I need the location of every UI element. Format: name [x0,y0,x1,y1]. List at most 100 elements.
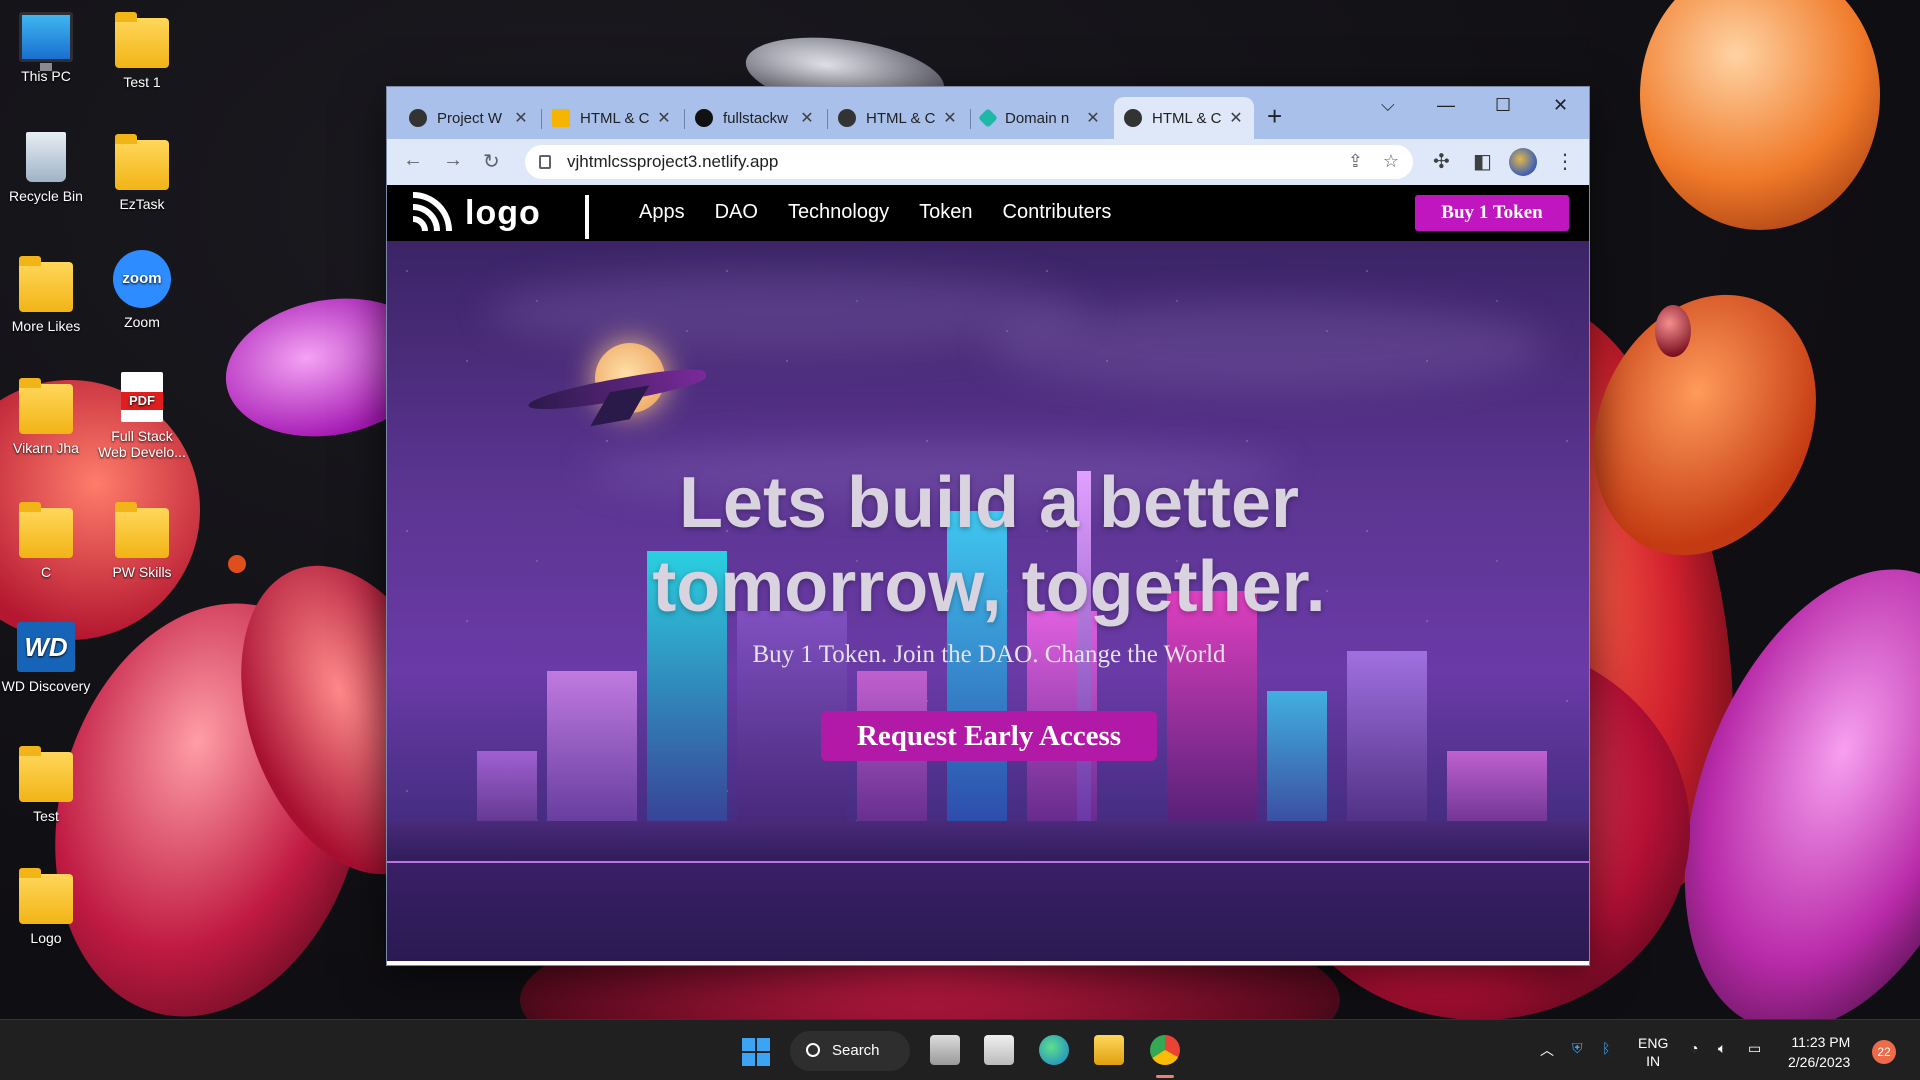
bookmark-star-icon[interactable]: ☆ [1383,151,1399,172]
browser-toolbar: ← → ↻ vjhtmlcssproject3.netlify.app ⇪ ☆ … [387,139,1589,185]
tab-title: HTML & C [1152,109,1222,127]
desktop-icon-label: More Likes [11,318,81,334]
desktop-icon-test-1[interactable]: Test 1 [96,12,188,90]
notion-icon [409,109,427,127]
desktop-icon-label: C [40,564,52,580]
netlify-icon [978,108,998,128]
folder-icon [115,502,169,558]
desktop-icon-label: Logo [30,930,62,946]
new-tab-button[interactable]: + [1267,101,1282,132]
bank-folder-icon [19,868,73,924]
desktop-icon-label: WD Discovery [1,678,91,694]
close-tab-icon[interactable]: ✕ [1085,108,1101,128]
desktop-icon-zoom[interactable]: zoom Zoom [96,250,188,330]
desktop-icon-label: Full Stack Web Develo... [98,428,186,460]
taskbar-search[interactable]: Search [790,1031,910,1071]
show-hidden-icons-chevron-icon[interactable]: ︿ [1540,1040,1554,1060]
nav-link-dao[interactable]: DAO [715,201,758,224]
forward-button[interactable]: → [443,149,463,172]
nav-divider [585,195,589,239]
file-explorer-icon[interactable] [1094,1035,1124,1065]
tab-title: HTML & C [866,109,936,127]
tab-search-chevron-icon[interactable]: ⌵ [1381,95,1395,116]
wifi-icon[interactable]: ◔ [1690,1040,1698,1056]
nav-link-token[interactable]: Token [919,201,972,224]
lock-icon [539,155,551,169]
desktop-icon-test[interactable]: Test [0,746,92,824]
desktop-icon-label: Test [33,808,59,824]
close-tab-icon[interactable]: ✕ [513,108,529,128]
tab-html-globe[interactable]: HTML & C ✕ [828,97,968,139]
hero-section: Lets build a better tomorrow, together. … [387,241,1589,961]
active-app-indicator [1156,1075,1174,1078]
browser-window: Project W ✕ HTML & C ✕ fullstackw ✕ HTML… [386,86,1590,966]
desktop-icon-label: Zoom [124,314,160,330]
desktop-icon-more-likes[interactable]: More Likes [0,256,92,334]
defender-icon[interactable]: ⛨ [1572,1040,1583,1057]
language-code: ENG [1638,1035,1669,1051]
nav-link-apps[interactable]: Apps [639,201,685,224]
menu-kebab-icon[interactable]: ⋮ [1555,149,1575,174]
web-page: logo Apps DAO Technology Token Contribut… [387,185,1589,965]
chrome-folder-icon [115,12,169,68]
maximize-button[interactable]: ☐ [1495,95,1511,116]
bluetooth-icon[interactable]: ᛒ [1602,1040,1610,1056]
buy-token-button[interactable]: Buy 1 Token [1415,195,1569,231]
task-view-icon[interactable] [930,1035,960,1065]
drive-icon [552,109,570,127]
request-early-access-button[interactable]: Request Early Access [821,711,1157,761]
globe-icon [838,109,856,127]
logo-text: logo [465,193,541,232]
edge-icon[interactable] [1039,1035,1069,1065]
start-button[interactable] [742,1038,770,1066]
tab-github[interactable]: fullstackw ✕ [685,97,825,139]
desktop-icon-label: PW Skills [112,564,172,580]
notification-badge[interactable]: 22 [1872,1040,1896,1064]
tab-domain[interactable]: Domain n ✕ [971,97,1111,139]
desktop-icon-label: Recycle Bin [9,188,83,204]
desktop-icon-label: EzTask [119,196,165,212]
user-folder-icon [19,378,73,434]
desktop-icon-pw-skills[interactable]: PW Skills [96,502,188,580]
site-nav-links: Apps DAO Technology Token Contributers [639,201,1111,224]
nav-link-contributers[interactable]: Contributers [1003,201,1112,224]
minimize-button[interactable]: — [1437,95,1455,116]
logo-mark-icon [412,192,452,232]
headline-line-1: Lets build a better [678,463,1300,543]
desktop-icon-wd-discovery[interactable]: WD WD Discovery [0,622,92,694]
tab-html-active[interactable]: HTML & C ✕ [1114,97,1254,139]
address-bar[interactable]: vjhtmlcssproject3.netlify.app ⇪ ☆ [525,145,1413,179]
close-window-button[interactable]: ✕ [1553,95,1568,116]
github-icon [695,109,713,127]
desktop-icon-c[interactable]: C [0,502,92,580]
site-logo[interactable]: logo [409,191,541,235]
volume-icon[interactable]: 🔈︎ [1718,1040,1726,1057]
tab-project-w[interactable]: Project W ✕ [399,97,539,139]
close-tab-icon[interactable]: ✕ [942,108,958,128]
language-indicator[interactable]: ENG IN [1638,1034,1668,1070]
headline-line-2: tomorrow, together. [652,547,1326,627]
desktop-icon-logo[interactable]: Logo [0,868,92,946]
globe-icon [1124,109,1142,127]
close-tab-icon[interactable]: ✕ [1228,108,1244,128]
clock[interactable]: 11:23 PM 2/26/2023 [1788,1032,1850,1072]
chrome-folder-icon [19,746,73,802]
profile-avatar[interactable] [1509,148,1537,176]
desktop-icon-recycle-bin[interactable]: Recycle Bin [0,132,92,204]
reload-button[interactable]: ↻ [483,149,500,174]
chrome-icon[interactable] [1150,1035,1180,1065]
nav-link-technology[interactable]: Technology [788,201,889,224]
back-button[interactable]: ← [403,149,423,172]
desktop-icon-pdf[interactable]: PDF Full Stack Web Develo... [96,372,188,460]
desktop-icon-this-pc[interactable]: This PC [0,12,92,84]
extensions-icon[interactable]: ✣ [1433,149,1450,174]
close-tab-icon[interactable]: ✕ [799,108,815,128]
desktop-icon-vikarn-jha[interactable]: Vikarn Jha [0,378,92,456]
side-panel-icon[interactable]: ◧ [1473,149,1492,174]
desktop-icon-eztask[interactable]: EzTask [96,134,188,212]
tab-html-drive[interactable]: HTML & C ✕ [542,97,682,139]
share-icon[interactable]: ⇪ [1348,151,1363,172]
battery-icon[interactable]: ▭ [1748,1040,1761,1057]
store-icon[interactable] [984,1035,1014,1065]
close-tab-icon[interactable]: ✕ [656,108,672,128]
